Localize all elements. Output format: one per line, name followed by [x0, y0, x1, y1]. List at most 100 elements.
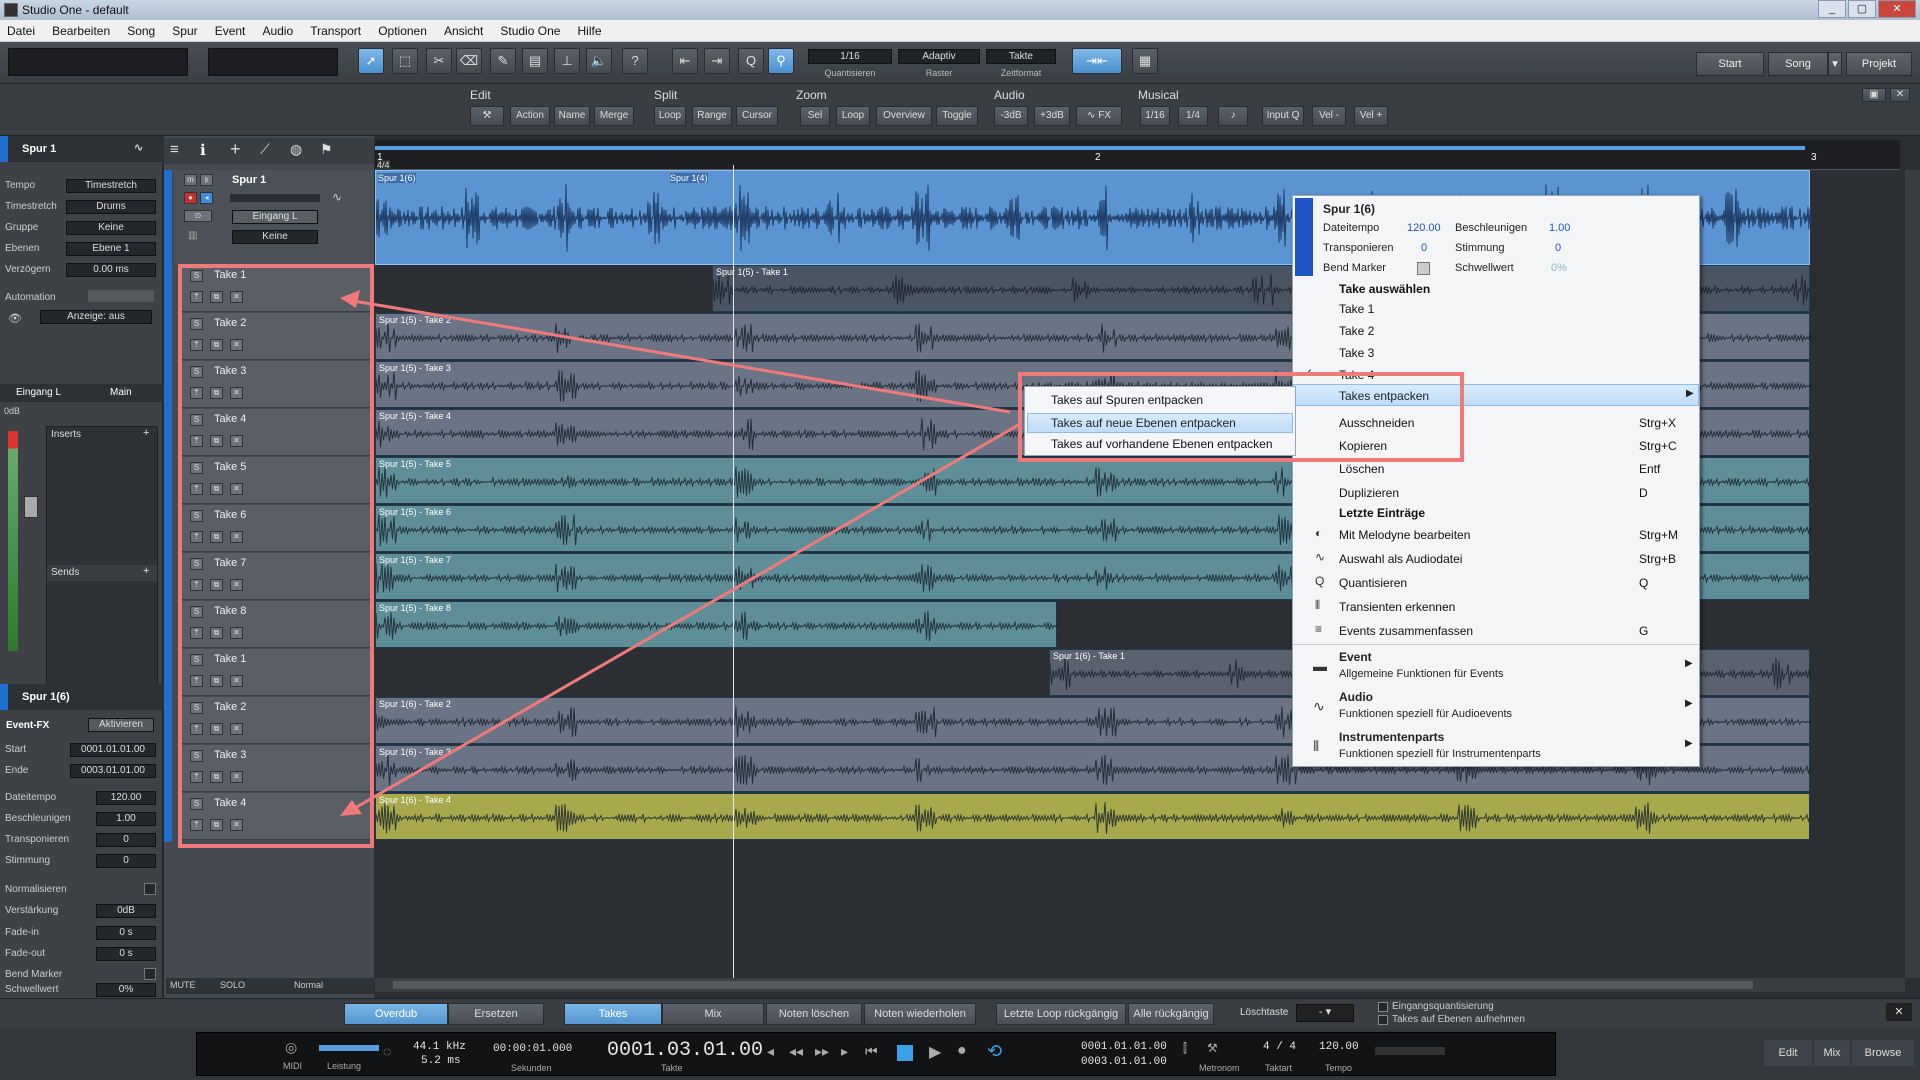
autoscroll-icon[interactable]: ⇥⇤	[1072, 48, 1122, 74]
audio-plus3db-button[interactable]: +3dB	[1034, 106, 1070, 126]
timestretch-select[interactable]: Drums	[66, 200, 156, 214]
loop-start[interactable]: 0001.01.01.00	[1081, 1041, 1167, 1053]
add-track-icon[interactable]: +	[230, 139, 241, 160]
mix-button[interactable]: Mix	[662, 1003, 764, 1025]
projekt-button[interactable]: Projekt	[1846, 52, 1912, 76]
event-start-value[interactable]: 0001.01.01.00	[70, 743, 156, 757]
automation-bar[interactable]	[88, 290, 154, 302]
solo-all-label[interactable]: SOLO	[220, 980, 245, 990]
edit-merge-button[interactable]: Merge	[594, 106, 634, 126]
loop-end[interactable]: 0003.01.01.00	[1081, 1056, 1167, 1068]
dropdown-2[interactable]	[208, 48, 338, 76]
close-panel-icon[interactable]: ✕	[1886, 1003, 1912, 1021]
ctx-speedup-value[interactable]: 1.00	[1549, 222, 1570, 234]
help-icon[interactable]: ?	[622, 48, 648, 74]
fade-in-value[interactable]: 0 s	[96, 926, 156, 940]
speedup-value[interactable]: 1.00	[96, 812, 156, 826]
view-edit-button[interactable]: Edit	[1764, 1040, 1812, 1066]
add-insert-icon[interactable]: +	[143, 427, 149, 439]
precount-icon[interactable]: ⫿	[1183, 1041, 1187, 1056]
info-icon[interactable]: ℹ	[200, 141, 206, 159]
delete-key-select[interactable]: - ▾	[1296, 1004, 1354, 1022]
menu-song[interactable]: Song	[120, 20, 162, 38]
automation-icon[interactable]: ⟋	[260, 141, 270, 158]
snap-toggle-icon[interactable]: ⚲	[768, 48, 794, 74]
menu-bearbeiten[interactable]: Bearbeiten	[45, 20, 117, 38]
zoom-overview-button[interactable]: Overview	[876, 106, 932, 126]
dropdown-1[interactable]	[8, 48, 188, 76]
layers-select[interactable]: Ebene 1	[66, 242, 156, 256]
eye-icon[interactable]: 👁	[8, 312, 22, 325]
automation-display-select[interactable]: Anzeige: aus	[40, 310, 152, 324]
start-button[interactable]: Start	[1696, 52, 1764, 76]
playhead[interactable]	[733, 165, 734, 980]
eraser-tool-icon[interactable]: ⌫	[456, 48, 482, 74]
event-end-value[interactable]: 0003.01.01.00	[70, 764, 156, 778]
menu-datei[interactable]: Datei	[0, 20, 42, 38]
scroll-thumb[interactable]	[393, 981, 1753, 989]
ctx-file-tempo-value[interactable]: 120.00	[1407, 222, 1441, 234]
musical-1-16-button[interactable]: 1/16	[1140, 106, 1170, 126]
activate-button[interactable]: Aktivieren	[88, 718, 154, 732]
film-icon[interactable]: ▦	[1132, 48, 1158, 74]
main-track-header[interactable]: m s Spur 1 ● ◂ ∿ ⊙ Eingang L ▥ Keine	[174, 170, 374, 265]
undo-last-loop-button[interactable]: Letzte Loop rückgängig	[996, 1003, 1126, 1025]
fade-out-value[interactable]: 0 s	[96, 947, 156, 961]
list-icon[interactable]: ≡	[170, 141, 179, 158]
ctx-transpose-value[interactable]: 0	[1421, 242, 1427, 254]
rewind-icon[interactable]: ◂◂	[789, 1043, 803, 1060]
gain-value[interactable]: 0dB	[96, 904, 156, 918]
menu-ansicht[interactable]: Ansicht	[437, 20, 490, 38]
split-range-button[interactable]: Range	[692, 106, 732, 126]
take-clip[interactable]: Spur 1(6) - Take 4	[375, 793, 1811, 840]
zoom-loop-button[interactable]: Loop	[836, 106, 870, 126]
record-icon[interactable]: ●	[957, 1042, 967, 1060]
listen-tool-icon[interactable]: 🔈	[586, 48, 612, 74]
song-button[interactable]: Song	[1768, 52, 1828, 76]
ctx-merge-events[interactable]: Events zusammenfassen	[1339, 624, 1473, 638]
split-tool-icon[interactable]: ✂	[426, 48, 452, 74]
tuning-value[interactable]: 0	[96, 854, 156, 868]
ctx-instrument-category[interactable]: ⦀ Instrumentenparts Funktionen speziell …	[1293, 728, 1699, 766]
view-mix-button[interactable]: Mix	[1814, 1040, 1850, 1066]
range-tool-icon[interactable]: ⬚	[392, 48, 418, 74]
edit-action-button[interactable]: Action	[510, 106, 550, 126]
menu-transport[interactable]: Transport	[303, 20, 368, 38]
split-cursor-button[interactable]: Cursor	[736, 106, 778, 126]
mute-button[interactable]: m	[184, 174, 197, 186]
ctx-take-1[interactable]: Take 1	[1339, 302, 1374, 316]
ctx-threshold-value[interactable]: 0%	[1551, 262, 1567, 274]
globe-icon[interactable]: ◍	[290, 141, 302, 158]
delete-notes-button[interactable]: Noten löschen	[766, 1003, 862, 1025]
time-seconds[interactable]: 00:00:01.000	[493, 1043, 572, 1055]
ctx-take-3[interactable]: Take 3	[1339, 346, 1374, 360]
quantize-value[interactable]: 1/16	[808, 49, 892, 64]
musical-tool-icon[interactable]: ♪	[1218, 106, 1248, 126]
transpose-value[interactable]: 0	[96, 833, 156, 847]
view-mode-label[interactable]: Normal	[294, 980, 323, 990]
link-icon[interactable]: ⊙	[184, 210, 212, 222]
close-window-button[interactable]: ✕	[1878, 0, 1916, 18]
ctx-audio-category[interactable]: ∿ Audio Funktionen speziell für Audioeve…	[1293, 688, 1699, 726]
takes-layers-checkbox[interactable]	[1378, 1015, 1388, 1025]
menu-optionen[interactable]: Optionen	[371, 20, 434, 38]
arrow-tool-icon[interactable]: ➚	[358, 48, 384, 74]
zoom-toggle-button[interactable]: Toggle	[936, 106, 978, 126]
track-input-select[interactable]: Eingang L	[232, 210, 318, 224]
metronome-icon[interactable]: ⚒	[1207, 1041, 1218, 1055]
position-display[interactable]: 0001.03.01.00	[607, 1039, 763, 1062]
tempo-select[interactable]: Timestretch	[66, 179, 156, 193]
timeline-ruler[interactable]: 1 2 3 4/4	[375, 140, 1900, 170]
solo-button[interactable]: s	[200, 174, 213, 186]
ctx-melodyne[interactable]: Mit Melodyne bearbeiten	[1339, 528, 1470, 542]
minimize-button[interactable]: _	[1818, 0, 1846, 18]
audio-minus3db-button[interactable]: -3dB	[994, 106, 1028, 126]
track-volume-slider[interactable]	[230, 194, 320, 202]
bend-tool-icon[interactable]: ⊥	[554, 48, 580, 74]
view-browse-button[interactable]: Browse	[1852, 1040, 1914, 1066]
panel-restore-icon[interactable]: ▣	[1862, 88, 1886, 102]
ctx-transients[interactable]: Transienten erkennen	[1339, 600, 1455, 614]
output-label[interactable]: Main	[110, 387, 132, 398]
musical-1-4-button[interactable]: 1/4	[1178, 106, 1208, 126]
flag-icon[interactable]: ⚑	[320, 141, 333, 158]
